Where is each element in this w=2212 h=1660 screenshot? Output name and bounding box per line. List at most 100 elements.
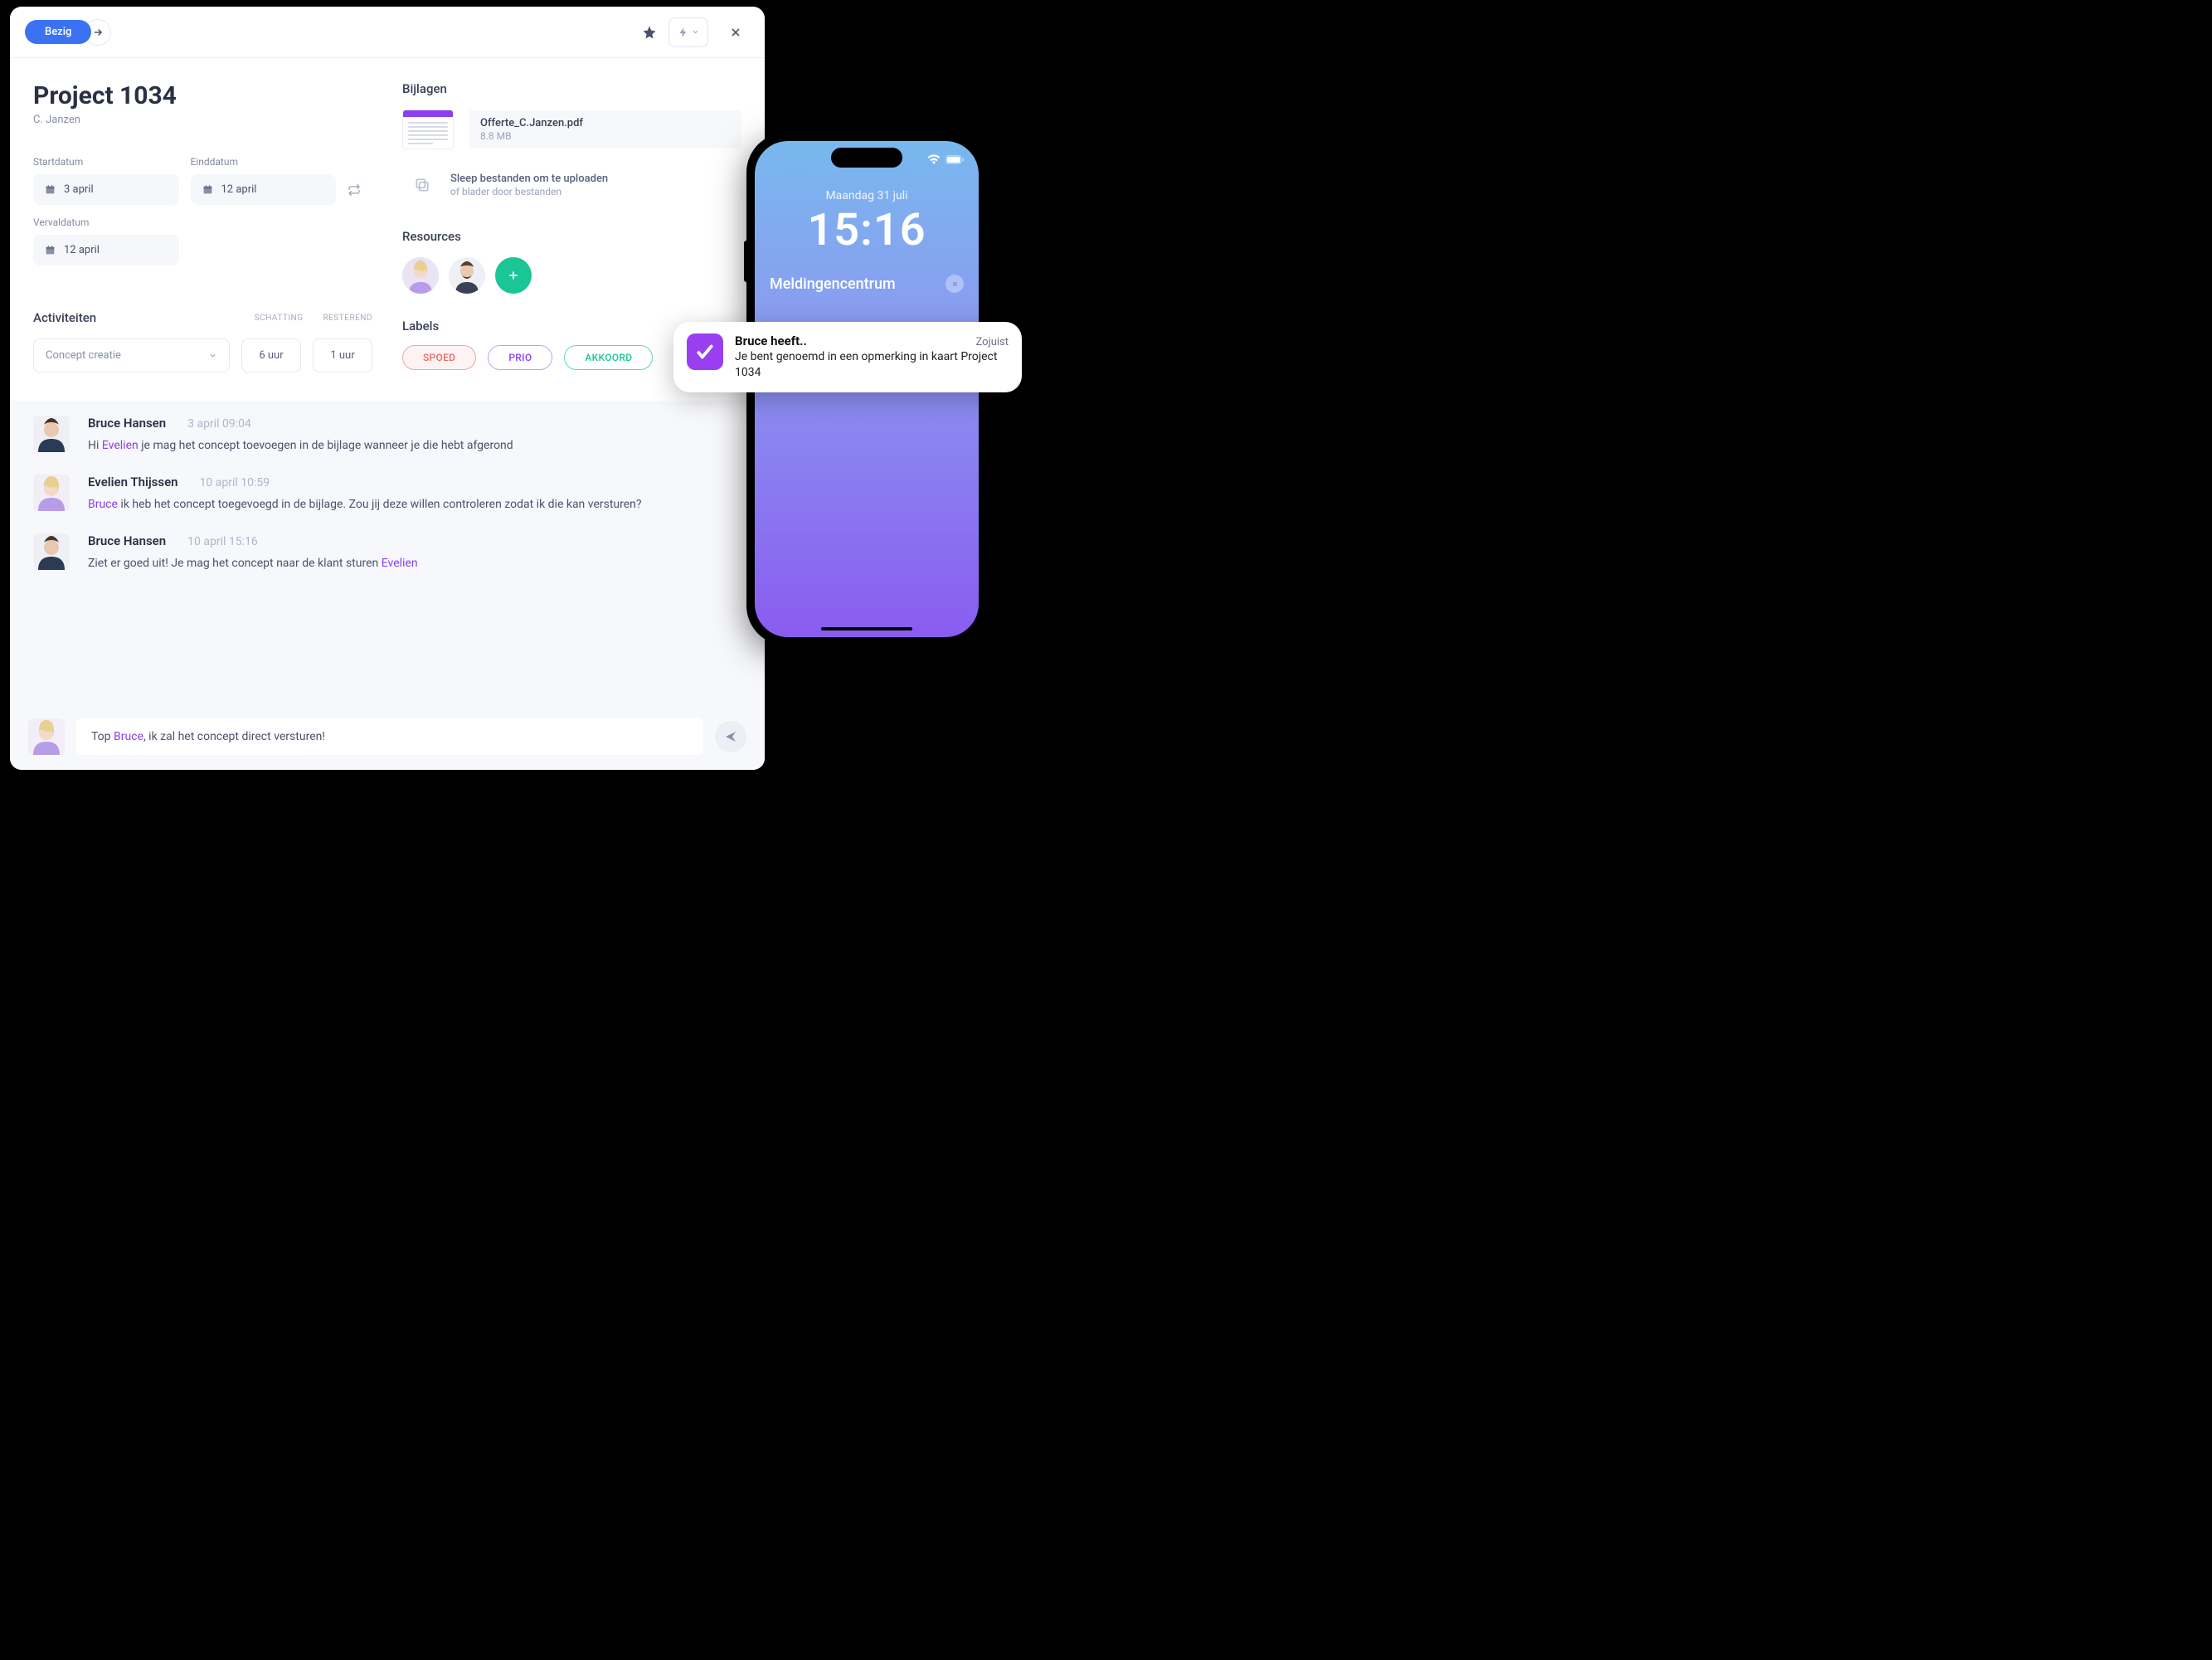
comment-time: 10 april 15:16 [187,535,258,548]
left-column: Project 1034 C. Janzen Startdatum 3 apri… [33,81,372,372]
label-spoed[interactable]: SPOED [402,345,476,370]
mention[interactable]: Bruce [88,498,118,511]
end-date-label: Einddatum [191,156,337,168]
mention[interactable]: Evelien [102,439,139,452]
status-chip[interactable]: Bezig [25,20,91,44]
comment-time: 3 april 09:04 [187,417,251,431]
activities-title: Activiteiten [33,310,96,325]
end-date-value: 12 april [221,183,257,196]
comment-avatar [33,533,70,570]
end-date-field[interactable]: 12 april [191,174,337,205]
attachments-title: Bijlagen [402,81,741,96]
resource-avatar[interactable] [402,257,439,294]
calendar-icon [45,245,56,256]
notification-title: Bruce heeft.. [735,333,807,348]
favorite-button[interactable] [635,18,664,46]
comment-item: Evelien Thijssen 10 april 10:59 Bruce ik… [10,460,765,518]
comment-item: Bruce Hansen 10 april 15:16 Ziet er goed… [10,518,765,577]
calendar-icon [45,184,56,195]
notification-app-icon [687,333,723,370]
notification-card[interactable]: Bruce heeft.. Zojuist Je bent genoemd in… [673,322,1022,392]
start-date-label: Startdatum [33,156,179,168]
wifi-icon [927,154,941,164]
start-date-value: 3 april [64,183,94,196]
dynamic-island [831,148,902,168]
battery-icon [946,155,964,164]
comment-avatar [33,416,70,452]
close-icon [729,26,742,39]
comment-text: Ziet er goed uit! Je mag het concept naa… [88,555,741,572]
send-button[interactable] [715,721,746,752]
dropzone-title: Sleep bestanden om te uploaden [450,173,608,185]
notification-body: Bruce heeft.. Zojuist Je bent genoemd in… [735,333,1009,381]
notification-center-close[interactable] [946,275,964,293]
check-icon [694,341,716,363]
file-size: 8.8 MB [480,130,741,142]
notification-text: Je bent genoemd in een opmerking in kaar… [735,349,1009,381]
arrow-right-icon [92,27,104,38]
activities-header: Activiteiten SCHATTING RESTEREND [33,310,372,325]
notification-center-title: Meldingencentrum [770,275,896,293]
plus-icon [507,269,520,282]
resources-title: Resources [402,229,741,244]
home-indicator [821,627,912,630]
project-panel: Bezig Project 1034 C. Janzen Startdatum [10,7,765,770]
quick-actions-button[interactable] [668,17,708,47]
comment-author: Bruce Hansen [88,533,166,548]
comment-avatar [33,475,70,511]
copy-icon [407,177,437,193]
recurring-button[interactable] [348,183,372,205]
comment-time: 10 april 10:59 [200,476,270,489]
activity-row: Concept creatie 6 uur 1 uur [33,338,372,372]
due-date-label: Vervaldatum [33,217,179,228]
resources-avatars [402,257,741,294]
status-wrap: Bezig [25,19,111,46]
activity-select[interactable]: Concept creatie [33,338,230,372]
panel-header: Bezig [10,7,765,58]
comment-text: Bruce ik heb het concept toegevoegd in d… [88,496,741,514]
project-client: C. Janzen [33,114,372,126]
star-icon [642,25,657,40]
composer-input[interactable]: Top Bruce, ik zal het concept direct ver… [76,718,703,755]
dropzone-sub: of blader door bestanden [450,186,608,197]
project-title: Project 1034 [33,81,372,110]
estimate-field[interactable]: 6 uur [241,338,301,372]
mention[interactable]: Evelien [382,557,418,570]
attachment-row[interactable]: Offerte_C.Janzen.pdf 8.8 MB [402,110,741,149]
add-resource-button[interactable] [495,257,532,294]
repeat-icon [348,183,361,197]
file-name: Offerte_C.Janzen.pdf [480,117,741,129]
resource-avatar[interactable] [449,257,485,294]
mention[interactable]: Bruce [114,730,143,743]
composer-avatar [28,718,65,755]
remaining-field[interactable]: 1 uur [313,338,372,372]
due-date-field[interactable]: 12 april [33,235,179,265]
chevron-down-icon [692,28,699,36]
send-icon [724,730,737,743]
start-date-field[interactable]: 3 april [33,174,179,205]
label-prio[interactable]: PRIO [488,345,552,370]
lockscreen-time: 15:16 [755,204,979,256]
notification-time: Zojuist [976,336,1009,348]
file-info: Offerte_C.Janzen.pdf 8.8 MB [469,110,741,148]
comment-composer: Top Bruce, ik zal het concept direct ver… [10,705,765,770]
lockscreen-date: Maandag 31 juli [755,189,979,202]
comments-section: Bruce Hansen 3 april 09:04 Hi Evelien je… [10,401,765,770]
notification-center-row: Meldingencentrum [755,275,979,293]
comment-author: Bruce Hansen [88,416,166,431]
bolt-icon [678,27,689,38]
status-bar [927,154,964,164]
calendar-icon [202,184,213,195]
date-grid: Startdatum 3 april Einddatum 12 a [33,156,372,265]
comment-author: Evelien Thijssen [88,475,178,489]
dropzone[interactable]: Sleep bestanden om te uploaden of blader… [402,164,741,206]
close-icon [951,280,959,288]
panel-body: Project 1034 C. Janzen Startdatum 3 apri… [10,58,765,372]
comment-text: Hi Evelien je mag het concept toevoegen … [88,437,741,455]
close-button[interactable] [722,18,750,46]
chevron-down-icon [208,351,217,360]
label-akkoord[interactable]: AKKOORD [564,345,653,370]
comment-item: Bruce Hansen 3 april 09:04 Hi Evelien je… [10,401,765,460]
col-remaining: RESTEREND [323,314,372,323]
due-date-value: 12 april [64,244,100,256]
